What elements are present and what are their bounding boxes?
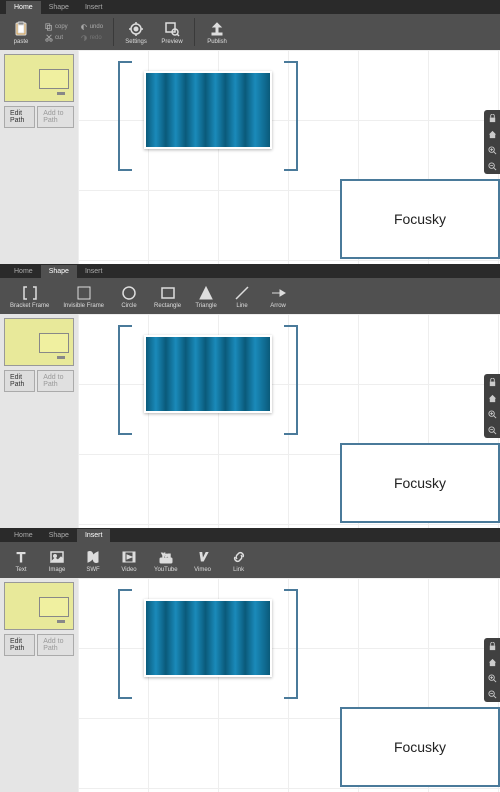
zoom-out-icon[interactable] [484,686,500,702]
redo-button[interactable]: redo [77,33,106,43]
link-button[interactable]: Link [222,546,256,575]
canvas[interactable]: Focusky [78,578,500,792]
tab-home[interactable]: Home [6,529,41,542]
slide-thumbnail[interactable] [4,318,74,366]
add-to-path-button[interactable]: Add to Path [37,106,74,128]
tab-bar: Home Shape Insert [0,264,500,278]
watermark-frame[interactable]: Focusky [340,179,500,259]
right-toolbar [484,374,500,438]
triangle-button[interactable]: Triangle [189,282,223,311]
sidebar: Edit Path Add to Path [0,314,78,528]
bracket-frame[interactable] [118,61,298,171]
vimeo-button[interactable]: VVimeo [186,546,220,575]
tab-home[interactable]: Home [6,1,41,14]
lock-icon[interactable] [484,110,500,126]
tab-bar: Home Shape Insert [0,528,500,542]
undo-button[interactable]: undo [77,22,106,32]
canvas[interactable]: Focusky [78,50,500,264]
gear-icon [127,20,145,38]
tab-insert[interactable]: Insert [77,265,111,278]
svg-text:V: V [199,550,208,564]
settings-button[interactable]: Settings [119,18,153,47]
toolbar-home: paste copy cut undo redo Settings Previe… [0,14,500,50]
publish-button[interactable]: Publish [200,18,234,47]
circle-icon [120,284,138,302]
tab-insert[interactable]: Insert [77,529,111,542]
invisible-frame-icon [75,284,93,302]
lock-icon[interactable] [484,638,500,654]
canvas[interactable]: Focusky [78,314,500,528]
youtube-button[interactable]: YouTubeYouTube [148,546,184,575]
home-icon[interactable] [484,654,500,670]
line-button[interactable]: Line [225,282,259,311]
circle-button[interactable]: Circle [112,282,146,311]
copy-button[interactable]: copy [42,22,71,32]
lock-icon[interactable] [484,374,500,390]
vimeo-icon: V [194,548,212,566]
arrow-button[interactable]: Arrow [261,282,295,311]
youtube-icon: YouTube [157,548,175,566]
tab-shape[interactable]: Shape [41,529,77,542]
edit-path-button[interactable]: Edit Path [4,106,35,128]
zoom-in-icon[interactable] [484,670,500,686]
cut-button[interactable]: cut [42,33,71,43]
invisible-frame-button[interactable]: Invisible Frame [57,282,110,311]
svg-text:Tube: Tube [161,558,171,563]
video-button[interactable]: Video [112,546,146,575]
sidebar: Edit Path Add to Path [0,578,78,792]
bracket-icon [21,284,39,302]
tab-shape[interactable]: Shape [41,265,77,278]
zoom-out-icon[interactable] [484,422,500,438]
tab-shape[interactable]: Shape [41,1,77,14]
bracket-frame[interactable] [118,589,298,699]
zoom-out-icon[interactable] [484,158,500,174]
bracket-frame[interactable] [118,325,298,435]
arrow-icon [269,284,287,302]
home-icon[interactable] [484,126,500,142]
canvas-image[interactable] [144,335,272,413]
watermark-frame[interactable]: Focusky [340,707,500,787]
right-toolbar [484,110,500,174]
tab-insert[interactable]: Insert [77,1,111,14]
image-button[interactable]: Image [40,546,74,575]
watermark-frame[interactable]: Focusky [340,443,500,523]
text-button[interactable]: TText [4,546,38,575]
sidebar: Edit Path Add to Path [0,50,78,264]
zoom-in-icon[interactable] [484,142,500,158]
triangle-icon [197,284,215,302]
swf-button[interactable]: SWF [76,546,110,575]
add-to-path-button[interactable]: Add to Path [37,370,74,392]
slide-thumbnail[interactable] [4,582,74,630]
paste-icon [12,20,30,38]
paste-button[interactable]: paste [4,18,38,47]
home-icon[interactable] [484,390,500,406]
image-icon [48,548,66,566]
rectangle-icon [159,284,177,302]
preview-button[interactable]: Preview [155,18,189,47]
edit-path-button[interactable]: Edit Path [4,370,35,392]
publish-icon [208,20,226,38]
bracket-frame-button[interactable]: Bracket Frame [4,282,55,311]
toolbar-shape: Bracket Frame Invisible Frame Circle Rec… [0,278,500,314]
right-toolbar [484,638,500,702]
slide-thumbnail[interactable] [4,54,74,102]
canvas-image[interactable] [144,599,272,677]
edit-path-button[interactable]: Edit Path [4,634,35,656]
text-icon: T [12,548,30,566]
preview-icon [163,20,181,38]
line-icon [233,284,251,302]
video-icon [120,548,138,566]
tab-bar: Home Shape Insert [0,0,500,14]
zoom-in-icon[interactable] [484,406,500,422]
swf-icon [84,548,102,566]
toolbar-insert: TText Image SWF Video YouTubeYouTube VVi… [0,542,500,578]
canvas-image[interactable] [144,71,272,149]
svg-text:T: T [17,549,26,565]
rectangle-button[interactable]: Rectangle [148,282,187,311]
add-to-path-button[interactable]: Add to Path [37,634,74,656]
tab-home[interactable]: Home [6,265,41,278]
link-icon [230,548,248,566]
